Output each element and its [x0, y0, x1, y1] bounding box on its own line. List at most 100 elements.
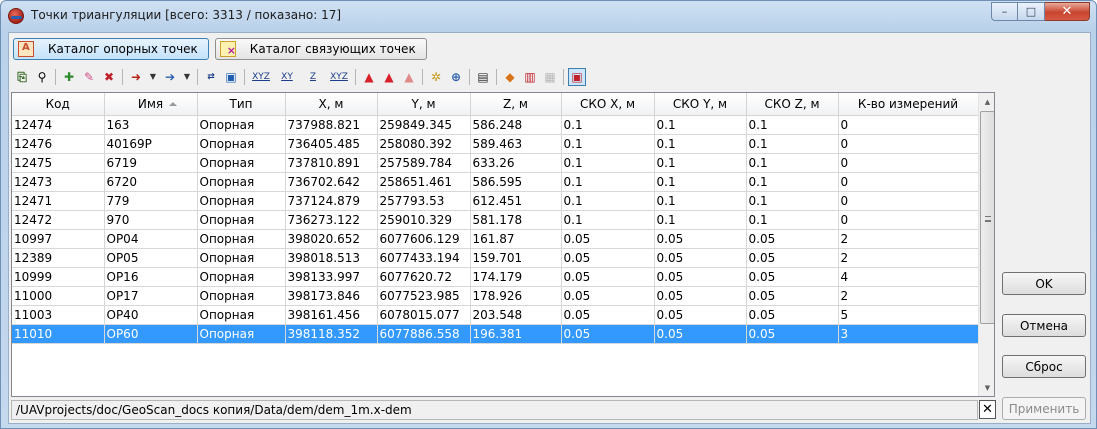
cell-code[interactable]: 12476: [12, 134, 105, 154]
edit-point-icon[interactable]: ✎: [80, 68, 98, 86]
cell-z[interactable]: 174.179: [470, 267, 562, 287]
table-row[interactable]: 12473 6720 Опорная 736702.642 258651.461 586.…: [12, 172, 979, 192]
cell-sko-x[interactable]: 0.1: [561, 115, 655, 135]
cell-sko-x[interactable]: 0.1: [561, 172, 655, 192]
cell-y[interactable]: 257589.784: [377, 153, 471, 173]
cell-type[interactable]: Опорная: [197, 324, 286, 344]
ok-button[interactable]: OK: [1002, 272, 1086, 295]
cell-x[interactable]: 398173.846: [285, 286, 378, 306]
column-header-y[interactable]: Y, м: [377, 93, 471, 116]
xyz-all-icon[interactable]: XYZ: [327, 68, 351, 86]
cell-measurements[interactable]: 2: [838, 229, 979, 249]
cell-sko-z[interactable]: 0.05: [746, 248, 839, 268]
swap-xy-icon[interactable]: ⇄: [202, 68, 220, 86]
cell-sko-y[interactable]: 0.05: [654, 305, 747, 325]
import-icon[interactable]: ⎘: [13, 68, 31, 86]
cell-code[interactable]: 12474: [12, 115, 105, 135]
filter-icon[interactable]: ◆: [501, 68, 519, 86]
cell-code[interactable]: 12475: [12, 153, 105, 173]
cell-x[interactable]: 398161.456: [285, 305, 378, 325]
cell-sko-y[interactable]: 0.05: [654, 248, 747, 268]
cell-name[interactable]: 6720: [104, 172, 198, 192]
cell-measurements[interactable]: 0: [838, 134, 979, 154]
cell-z[interactable]: 161.87: [470, 229, 562, 249]
table-row[interactable]: 11010 OP60 Опорная 398118.352 6077886.558 196…: [12, 324, 979, 344]
cancel-button[interactable]: Отмена: [1002, 314, 1086, 337]
cell-sko-z[interactable]: 0.1: [746, 115, 839, 135]
cell-z[interactable]: 586.248: [470, 115, 562, 135]
find-icon[interactable]: ⚲: [33, 68, 51, 86]
column-header-code[interactable]: Код: [12, 93, 105, 116]
cell-code[interactable]: 12472: [12, 210, 105, 230]
cell-code[interactable]: 11010: [12, 324, 105, 344]
export-dropdown-icon[interactable]: ▼: [181, 68, 193, 86]
cell-name[interactable]: 163: [104, 115, 198, 135]
cell-sko-y[interactable]: 0.05: [654, 229, 747, 249]
cell-sko-y[interactable]: 0.1: [654, 134, 747, 154]
cell-sko-y[interactable]: 0.05: [654, 286, 747, 306]
table-row[interactable]: 12475 6719 Опорная 737810.891 257589.784 633.…: [12, 153, 979, 173]
cell-type[interactable]: Опорная: [197, 172, 286, 192]
cell-code[interactable]: 11000: [12, 286, 105, 306]
cell-type[interactable]: Опорная: [197, 153, 286, 173]
column-header-type[interactable]: Тип: [197, 93, 286, 116]
cell-sko-z[interactable]: 0.1: [746, 191, 839, 211]
cell-measurements[interactable]: 0: [838, 115, 979, 135]
z-icon[interactable]: Z: [301, 68, 325, 86]
cell-x[interactable]: 398020.652: [285, 229, 378, 249]
cell-sko-x[interactable]: 0.05: [561, 324, 655, 344]
cell-x[interactable]: 737988.821: [285, 115, 378, 135]
cell-type[interactable]: Опорная: [197, 248, 286, 268]
cell-type[interactable]: Опорная: [197, 305, 286, 325]
cell-x[interactable]: 398118.352: [285, 324, 378, 344]
cell-name[interactable]: 779: [104, 191, 198, 211]
table-row[interactable]: 12389 OP05 Опорная 398018.513 6077433.194 159…: [12, 248, 979, 268]
measure-icon[interactable]: ▣: [222, 68, 240, 86]
cell-code[interactable]: 12389: [12, 248, 105, 268]
close-button[interactable]: ✕: [1045, 2, 1090, 21]
column-header-measurements[interactable]: К-во измерений: [838, 93, 979, 116]
cell-y[interactable]: 6077606.129: [377, 229, 471, 249]
tab-control-points[interactable]: Каталог опорных точек: [13, 38, 209, 60]
cell-y[interactable]: 258080.392: [377, 134, 471, 154]
report-icon[interactable]: ▤: [474, 68, 492, 86]
cell-y[interactable]: 6077620.72: [377, 267, 471, 287]
mark-red-a-icon[interactable]: ▲: [380, 68, 398, 86]
cell-name[interactable]: OP40: [104, 305, 198, 325]
cell-measurements[interactable]: 0: [838, 172, 979, 192]
stats-icon[interactable]: ▥: [521, 68, 539, 86]
table-row[interactable]: 11003 OP40 Опорная 398161.456 6078015.077 203…: [12, 305, 979, 325]
cell-measurements[interactable]: 4: [838, 267, 979, 287]
reset-button[interactable]: Сброс: [1002, 355, 1086, 378]
cell-sko-z[interactable]: 0.05: [746, 267, 839, 287]
table-row[interactable]: 12474 163 Опорная 737988.821 259849.345 586.2…: [12, 115, 979, 135]
cell-code[interactable]: 11003: [12, 305, 105, 325]
title-bar[interactable]: Точки триангуляции [всего: 3313 / показа…: [1, 1, 1096, 31]
cell-type[interactable]: Опорная: [197, 286, 286, 306]
cell-x[interactable]: 737124.879: [285, 191, 378, 211]
cell-x[interactable]: 737810.891: [285, 153, 378, 173]
cell-code[interactable]: 12473: [12, 172, 105, 192]
cell-sko-x[interactable]: 0.1: [561, 153, 655, 173]
cell-y[interactable]: 259010.329: [377, 210, 471, 230]
export-icon[interactable]: ➔: [161, 68, 179, 86]
cell-measurements[interactable]: 0: [838, 153, 979, 173]
cell-name[interactable]: OP04: [104, 229, 198, 249]
cell-z[interactable]: 589.463: [470, 134, 562, 154]
cell-measurements[interactable]: 2: [838, 248, 979, 268]
cell-z[interactable]: 586.595: [470, 172, 562, 192]
highlight-icon[interactable]: ▣: [568, 68, 586, 86]
scrollbar-thumb[interactable]: [980, 111, 994, 324]
cell-sko-z[interactable]: 0.05: [746, 286, 839, 306]
settings-icon[interactable]: ✲: [427, 68, 445, 86]
cell-y[interactable]: 6077523.985: [377, 286, 471, 306]
cell-type[interactable]: Опорная: [197, 267, 286, 287]
cell-sko-x[interactable]: 0.05: [561, 267, 655, 287]
cell-measurements[interactable]: 3: [838, 324, 979, 344]
cell-sko-z[interactable]: 0.05: [746, 305, 839, 325]
cell-y[interactable]: 257793.53: [377, 191, 471, 211]
cell-x[interactable]: 736702.642: [285, 172, 378, 192]
cell-name[interactable]: 970: [104, 210, 198, 230]
minimize-button[interactable]: –: [991, 2, 1018, 21]
cell-name[interactable]: OP17: [104, 286, 198, 306]
